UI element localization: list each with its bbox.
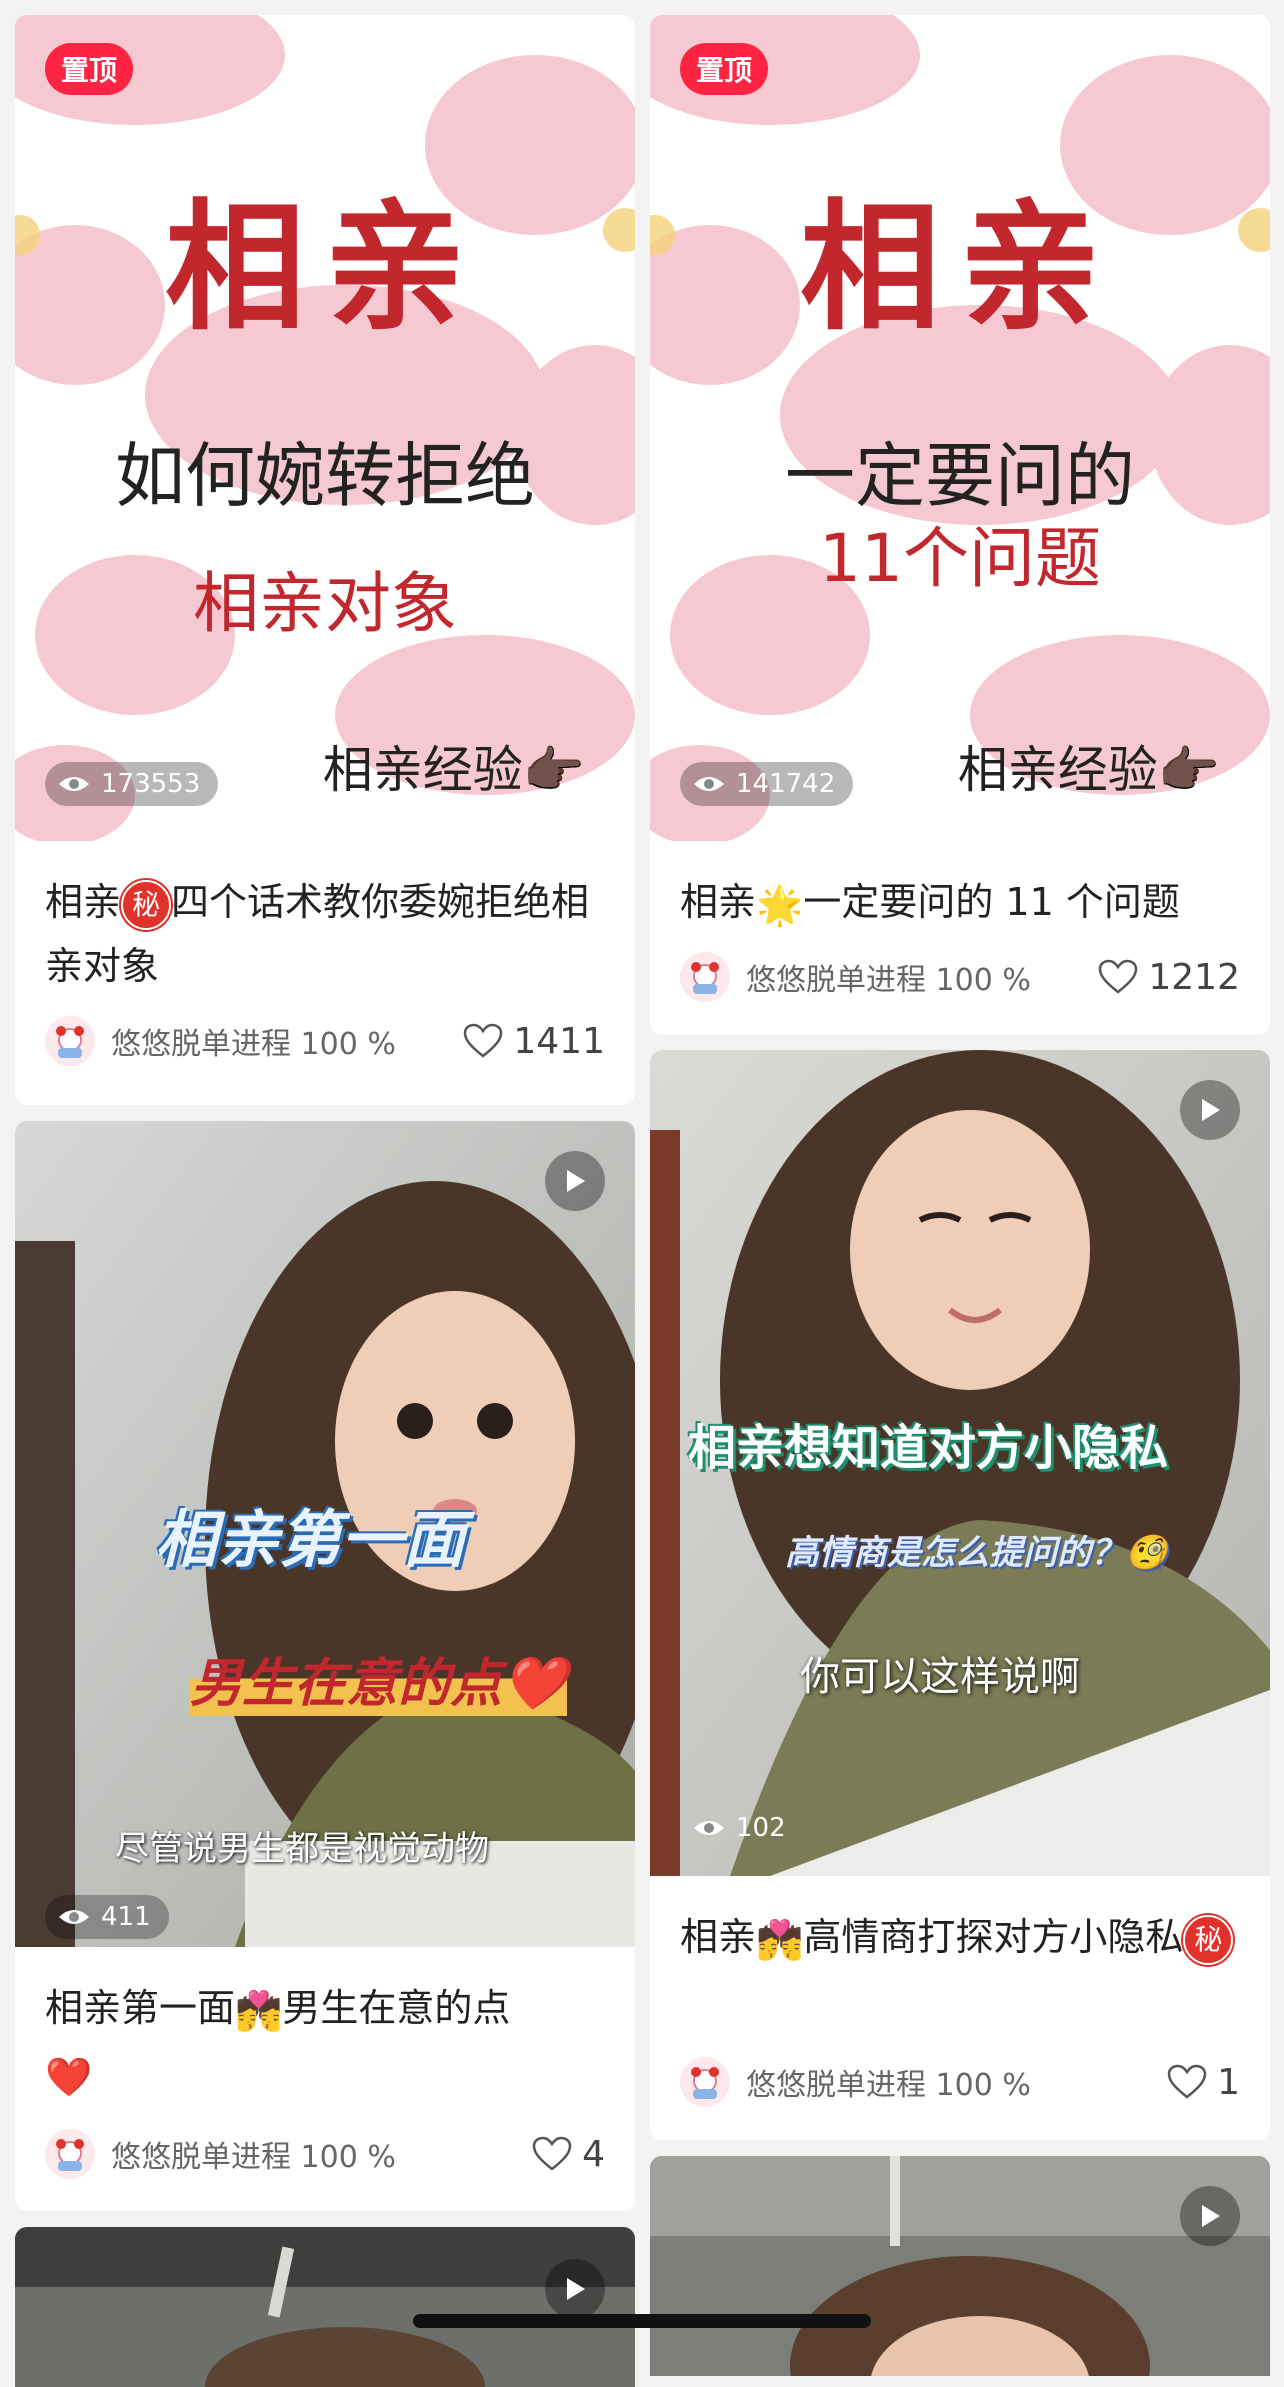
- play-icon: [567, 2278, 585, 2300]
- view-count-value: 141742: [736, 769, 836, 799]
- avatar[interactable]: [680, 2057, 730, 2107]
- author-name[interactable]: 悠悠脱单进程 100 %: [111, 1019, 463, 1063]
- cover-headline: 相亲: [164, 187, 485, 350]
- heart-icon: [1099, 959, 1138, 994]
- title-text: 一定要问的 11 个问题: [803, 880, 1180, 924]
- like-button[interactable]: 4: [532, 2134, 605, 2175]
- note-card[interactable]: [650, 2156, 1270, 2376]
- note-card[interactable]: 相亲 一定要问的 11个问题 相亲经验👉🏿 置顶 141742 相亲🌟一定要问的…: [650, 15, 1270, 1035]
- eye-icon: [59, 777, 89, 791]
- note-cover[interactable]: 相亲第一面 男生在意的点❤️ 尽管说男生都是视觉动物 411: [15, 1121, 635, 1947]
- author-name[interactable]: 悠悠脱单进程 100 %: [111, 2132, 532, 2176]
- note-meta: 悠悠脱单进程 100 % 1212: [680, 951, 1240, 1003]
- like-button[interactable]: 1: [1167, 2062, 1240, 2103]
- heart-icon: [532, 2136, 572, 2171]
- pinned-badge: 置顶: [45, 43, 134, 95]
- cover-line-3: 相亲对象: [193, 565, 457, 642]
- title-text: 男生在意的点: [282, 1986, 511, 2030]
- avatar-image: [680, 2057, 730, 2107]
- avatar[interactable]: [680, 952, 730, 1002]
- note-title[interactable]: 相亲第一面💏男生在意的点 ❤️: [45, 1976, 605, 2109]
- play-icon: [1202, 2205, 1220, 2227]
- view-count: 173553: [45, 762, 219, 806]
- pinned-badge: 置顶: [680, 43, 769, 95]
- video-thumbnail: [15, 2227, 635, 2387]
- view-count-value: 102: [736, 1813, 786, 1843]
- play-icon: [1202, 1099, 1220, 1121]
- view-count-value: 173553: [101, 769, 201, 799]
- heart-icon: [464, 1023, 503, 1058]
- note-card[interactable]: [15, 2227, 635, 2387]
- title-prefix: 相亲: [45, 880, 122, 924]
- note-meta: 悠悠脱单进程 100 % 1411: [45, 1015, 605, 1067]
- title-prefix: 相亲: [680, 880, 757, 924]
- note-cover[interactable]: 相亲 一定要问的 11个问题 相亲经验👉🏿 置顶 141742: [650, 15, 1270, 841]
- view-count-value: 411: [101, 1902, 151, 1932]
- couple-emoji: 💏: [756, 1917, 804, 1962]
- cover-headline: 相亲: [799, 187, 1120, 350]
- secret-badge: 秘: [1183, 1914, 1234, 1965]
- home-indicator[interactable]: [413, 2314, 871, 2328]
- like-count: 1: [1217, 2061, 1240, 2103]
- like-count: 1212: [1148, 956, 1240, 998]
- title-text: 高情商打探对方小隐私: [803, 1915, 1184, 1959]
- like-count: 1411: [513, 1020, 605, 1062]
- play-button[interactable]: [545, 1151, 605, 1211]
- avatar[interactable]: [45, 1016, 95, 1066]
- star-emoji: 🌟: [756, 882, 804, 927]
- avatar-image: [45, 1016, 95, 1066]
- title-prefix: 相亲: [680, 1915, 757, 1959]
- play-button[interactable]: [1180, 2186, 1240, 2246]
- eye-icon: [694, 777, 724, 791]
- like-button[interactable]: 1212: [1098, 957, 1240, 998]
- note-card[interactable]: 相亲第一面 男生在意的点❤️ 尽管说男生都是视觉动物 411 相亲第一面💏男生在…: [15, 1121, 635, 2211]
- title-prefix: 相亲第一面: [45, 1986, 236, 2030]
- view-count: 411: [45, 1895, 169, 1939]
- avatar-image: [45, 2129, 95, 2179]
- video-overlay-subtitle: 高情商是怎么提问的？🧐: [785, 1533, 1168, 1573]
- note-title[interactable]: 相亲🌟一定要问的 11 个问题: [680, 870, 1240, 937]
- eye-icon: [59, 1910, 89, 1924]
- eye-icon: [694, 1821, 724, 1835]
- video-overlay-title: 相亲想知道对方小隐私: [688, 1420, 1169, 1476]
- heart-icon: [1167, 2064, 1207, 2099]
- video-caption: 你可以这样说啊: [800, 1654, 1080, 1700]
- play-icon: [567, 1170, 585, 1192]
- play-button[interactable]: [545, 2259, 605, 2319]
- note-card[interactable]: 相亲 如何婉转拒绝 相亲对象 相亲经验👉🏿 置顶 173553 相亲秘四个话术教…: [15, 15, 635, 1105]
- note-card[interactable]: 相亲想知道对方小隐私 高情商是怎么提问的？🧐 你可以这样说啊 102 相亲💏高情…: [650, 1050, 1270, 2140]
- play-button[interactable]: [1180, 1080, 1240, 1140]
- video-overlay-subtitle: 男生在意的点❤️: [190, 1641, 567, 1716]
- secret-badge: 秘: [121, 879, 172, 930]
- video-caption: 尽管说男生都是视觉动物: [115, 1829, 489, 1869]
- avatar-image: [680, 952, 730, 1002]
- note-meta: 悠悠脱单进程 100 % 1: [680, 2056, 1240, 2108]
- note-cover[interactable]: 相亲 如何婉转拒绝 相亲对象 相亲经验👉🏿 置顶 173553: [15, 15, 635, 841]
- author-name[interactable]: 悠悠脱单进程 100 %: [746, 955, 1098, 999]
- like-button[interactable]: 1411: [463, 1021, 605, 1062]
- avatar[interactable]: [45, 2129, 95, 2179]
- video-thumbnail: [650, 2156, 1270, 2376]
- like-count: 4: [582, 2133, 605, 2175]
- note-meta: 悠悠脱单进程 100 % 4: [45, 2128, 605, 2180]
- author-name[interactable]: 悠悠脱单进程 100 %: [746, 2060, 1167, 2104]
- cover-tag: 相亲经验👉🏿: [957, 741, 1220, 799]
- view-count: 141742: [680, 762, 854, 806]
- note-title[interactable]: 相亲💏高情商打探对方小隐私秘: [680, 1905, 1240, 1972]
- couple-emoji: 💏: [235, 1988, 283, 2033]
- note-title[interactable]: 相亲秘四个话术教你委婉拒绝相亲对象: [45, 870, 605, 998]
- cover-line-3: 11个问题: [819, 520, 1101, 597]
- note-cover[interactable]: 相亲想知道对方小隐私 高情商是怎么提问的？🧐 你可以这样说啊 102: [650, 1050, 1270, 1876]
- view-count: 102: [680, 1806, 804, 1850]
- heart-emoji: ❤️: [45, 2055, 93, 2099]
- video-overlay-title: 相亲第一面: [155, 1503, 466, 1576]
- cover-tag: 相亲经验👉🏿: [322, 741, 585, 799]
- cover-line-2: 如何婉转拒绝: [115, 435, 535, 517]
